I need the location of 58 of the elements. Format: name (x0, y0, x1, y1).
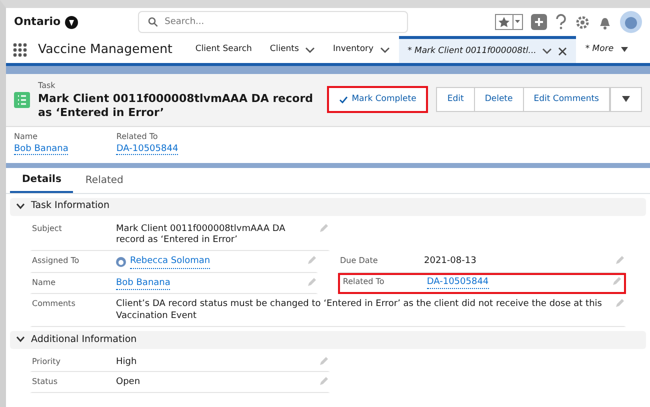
close-icon[interactable] (558, 46, 568, 56)
task-icon (14, 92, 30, 108)
action-button[interactable]: Edit Comments (524, 87, 610, 112)
section-header[interactable]: Task Information (10, 198, 646, 216)
caret-icon (620, 46, 629, 53)
add-icon[interactable] (531, 14, 547, 30)
user-icon (116, 256, 126, 267)
app-name: Vaccine Management (38, 40, 172, 58)
record-link[interactable]: Bob Banana (116, 278, 170, 290)
field-value: Open (116, 377, 140, 389)
app-launcher-icon[interactable] (12, 42, 28, 58)
action-button[interactable]: Mark Complete (326, 86, 428, 114)
search-field[interactable]: Search... (138, 11, 408, 33)
field-label: Name (32, 278, 56, 287)
action-button[interactable]: Edit (436, 87, 475, 112)
field-label: Assigned To (32, 256, 80, 265)
record-title: Mark Client 0011f000008tlvmAAA DA record as ‘Entered in Error’ (38, 92, 314, 120)
chevron-icon (16, 336, 25, 344)
check-icon (338, 96, 348, 104)
logo-icon (64, 16, 78, 28)
nav-tab[interactable]: * More (576, 36, 638, 63)
tab[interactable]: Details (10, 168, 74, 192)
caret-icon (380, 46, 390, 54)
nav-tab[interactable]: Inventory (324, 36, 399, 63)
record-type: Task (38, 80, 56, 92)
nav-tab[interactable]: * Mark Client 0011f000008tl... (398, 36, 576, 63)
field-label: Name (14, 130, 39, 142)
nav-tab[interactable]: Clients (260, 36, 324, 63)
field-value: Client’s DA record status must be changed to ‘Entered in Error’ as the client did not receive the dose at this Vaccination Event (116, 299, 603, 323)
section-header[interactable]: Additional Information (10, 330, 646, 349)
caret-icon (621, 95, 631, 104)
field-label: Comments (32, 299, 76, 308)
tab[interactable]: Related (73, 168, 136, 192)
avatar-icon[interactable] (620, 10, 642, 34)
nav-tab[interactable]: Client Search (186, 36, 261, 63)
record-link[interactable]: DA-10505844 (426, 276, 489, 290)
favorites-icon[interactable] (495, 14, 523, 30)
more-actions-button[interactable] (610, 87, 642, 112)
field-label: Related To (342, 276, 384, 286)
field-value: Mark Client 0011f000008tlvmAAA DA record as ‘Entered in Error’ (116, 224, 286, 247)
record-link[interactable]: Rebecca Soloman (130, 256, 210, 269)
field-value: 2021-08-13 (424, 256, 476, 268)
field-label: Priority (32, 356, 60, 366)
record-link[interactable]: Bob Banana (14, 144, 68, 154)
action-button[interactable]: Delete (474, 87, 524, 112)
help-icon[interactable] (555, 14, 567, 30)
field-label: Due Date (340, 256, 378, 265)
caret-icon (304, 46, 315, 54)
field-label: Related To (116, 130, 159, 142)
record-link[interactable]: DA-10505844 (116, 144, 178, 154)
chevron-icon (16, 203, 25, 210)
field-label: Subject (32, 224, 62, 232)
field-value: High (116, 356, 137, 368)
search-icon (148, 17, 158, 27)
logo-text: Ontario (14, 14, 61, 30)
settings-icon[interactable] (575, 14, 590, 30)
field-label: Status (32, 377, 58, 386)
caret-icon (542, 47, 552, 55)
